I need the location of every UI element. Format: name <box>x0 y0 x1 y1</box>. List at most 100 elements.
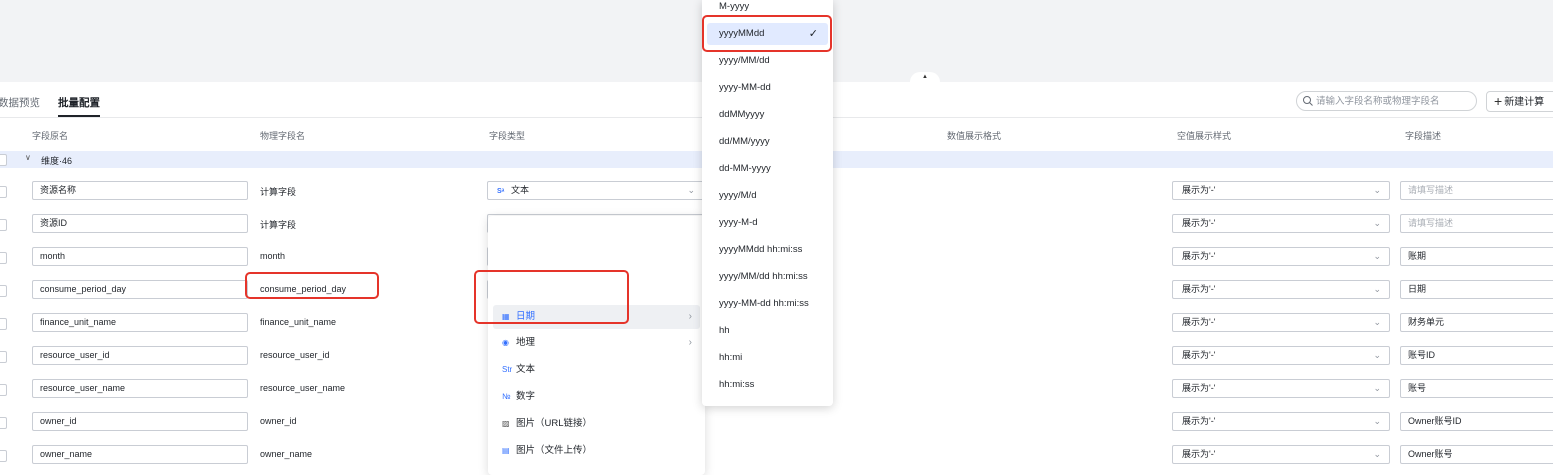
date-format-option[interactable]: yyyy/MM/dd <box>707 50 828 72</box>
physical-field-name: 计算字段 <box>260 220 297 230</box>
original-name-input[interactable]: resource_user_id <box>32 346 248 365</box>
description-input[interactable]: 账号ID <box>1400 346 1553 365</box>
description-input[interactable]: 日期 <box>1400 280 1553 299</box>
row-checkbox[interactable] <box>0 318 7 330</box>
type-option-geo[interactable]: ◉ 地理 › <box>493 331 700 355</box>
physical-field-name: month <box>260 251 286 261</box>
field-search-box[interactable] <box>1296 91 1477 111</box>
chevron-down-icon: ⌄ <box>1373 449 1381 459</box>
collapse-handle-icon[interactable]: ▲ <box>910 72 940 82</box>
date-format-label: M-yyyy <box>719 1 750 12</box>
original-name-input[interactable]: 资源ID <box>32 214 248 233</box>
chevron-down-icon: ⌄ <box>1373 185 1381 195</box>
date-format-option[interactable]: yyyy-M-d <box>707 212 828 234</box>
row-checkbox[interactable] <box>0 186 7 198</box>
tab-data-preview[interactable]: 数据预览 <box>0 95 40 110</box>
col-header-field-type: 字段类型 <box>489 131 526 141</box>
col-header-number-format: 数值展示格式 <box>947 131 1002 141</box>
new-calculated-field-button[interactable]: + 新建计算 <box>1486 91 1553 112</box>
date-format-option[interactable]: hh <box>707 320 828 342</box>
chevron-down-icon[interactable]: ∨ <box>25 153 31 162</box>
physical-field-name: finance_unit_name <box>260 317 337 327</box>
date-format-option[interactable]: yyyy/M/d <box>707 185 828 207</box>
type-option-number[interactable]: № 数字 <box>493 385 700 409</box>
date-format-label: hh:mi:ss <box>719 379 755 390</box>
chevron-down-icon: ⌄ <box>1373 251 1381 261</box>
original-name-input[interactable]: consume_period_day <box>32 280 248 299</box>
group-checkbox[interactable] <box>0 154 7 166</box>
description-input[interactable]: Owner账号ID <box>1400 412 1553 431</box>
search-input[interactable] <box>1316 94 1471 108</box>
null-display-select[interactable]: 展示为'-' ⌄ <box>1172 412 1390 431</box>
row-checkbox[interactable] <box>0 351 7 363</box>
null-display-select[interactable]: 展示为'-' ⌄ <box>1172 280 1390 299</box>
field-type-menu: ▦ 日期 › ◉ 地理 › Str 文本 № 数字 ▨ 图片（URL链接） ▤ 图片（文件上传） <box>488 216 705 475</box>
chevron-down-icon: ⌄ <box>1373 284 1381 294</box>
chevron-right-icon: › <box>688 311 692 322</box>
highlight-selected-format <box>702 15 832 52</box>
physical-field-name: resource_user_id <box>260 350 330 360</box>
group-label: 维度·46 <box>41 156 73 166</box>
row-checkbox[interactable] <box>0 384 7 396</box>
field-type-select[interactable]: Sᵃ 文本 ⌄ <box>487 181 704 200</box>
date-format-option[interactable]: hh:mi <box>707 347 828 369</box>
description-input[interactable]: Owner账号 <box>1400 445 1553 464</box>
null-display-select[interactable]: 展示为'-' ⌄ <box>1172 445 1390 464</box>
date-format-label: ddMMyyyy <box>719 109 765 120</box>
row-checkbox[interactable] <box>0 219 7 231</box>
date-format-option[interactable]: ddMMyyyy <box>707 104 828 126</box>
date-format-label: yyyy/M/d <box>719 190 757 201</box>
original-name-input[interactable]: 资源名称 <box>32 181 248 200</box>
null-display-select[interactable]: 展示为'-' ⌄ <box>1172 181 1390 200</box>
description-input[interactable]: 请填写描述 <box>1400 214 1553 233</box>
col-header-physical-name: 物理字段名 <box>260 131 306 141</box>
physical-field-name: owner_name <box>260 449 313 459</box>
highlight-field-type <box>474 270 629 324</box>
row-checkbox[interactable] <box>0 450 7 462</box>
date-format-option[interactable]: dd/MM/yyyy <box>707 131 828 153</box>
date-format-option[interactable]: yyyyMMdd hh:mi:ss <box>707 239 828 261</box>
original-name-input[interactable]: owner_name <box>32 445 248 464</box>
description-input[interactable]: 账期 <box>1400 247 1553 266</box>
date-format-option[interactable]: yyyy/MM/dd hh:mi:ss <box>707 266 828 288</box>
null-display-value: 展示为'-' <box>1182 350 1216 360</box>
type-option-image-upload[interactable]: ▤ 图片（文件上传） <box>493 439 700 463</box>
original-name-input[interactable]: month <box>32 247 248 266</box>
type-option-image-url[interactable]: ▨ 图片（URL链接） <box>493 412 700 436</box>
row-checkbox[interactable] <box>0 285 7 297</box>
chevron-right-icon: › <box>688 337 692 348</box>
type-option-label: 地理 <box>516 337 536 348</box>
null-display-select[interactable]: 展示为'-' ⌄ <box>1172 214 1390 233</box>
null-display-select[interactable]: 展示为'-' ⌄ <box>1172 247 1390 266</box>
description-input[interactable]: 财务单元 <box>1400 313 1553 332</box>
chevron-down-icon: ⌄ <box>687 185 695 195</box>
type-option-label: 数字 <box>516 391 536 402</box>
physical-field-name: owner_id <box>260 416 297 426</box>
plus-icon: + <box>1494 93 1503 109</box>
null-display-select[interactable]: 展示为'-' ⌄ <box>1172 346 1390 365</box>
description-input[interactable]: 请填写描述 <box>1400 181 1553 200</box>
row-checkbox[interactable] <box>0 252 7 264</box>
row-checkbox[interactable] <box>0 417 7 429</box>
null-display-value: 展示为'-' <box>1182 317 1216 327</box>
original-name-input[interactable]: owner_id <box>32 412 248 431</box>
new-calc-label: 新建计算 <box>1504 97 1545 108</box>
null-display-select[interactable]: 展示为'-' ⌄ <box>1172 379 1390 398</box>
original-name-input[interactable]: finance_unit_name <box>32 313 248 332</box>
date-format-option[interactable]: hh:mi:ss <box>707 374 828 396</box>
null-display-select[interactable]: 展示为'-' ⌄ <box>1172 313 1390 332</box>
null-display-value: 展示为'-' <box>1182 449 1216 459</box>
col-header-null-display: 空值展示样式 <box>1177 131 1232 141</box>
type-option-text[interactable]: Str 文本 <box>493 358 700 382</box>
date-format-label: yyyy-MM-dd hh:mi:ss <box>719 298 809 309</box>
date-format-option[interactable]: yyyy-MM-dd hh:mi:ss <box>707 293 828 315</box>
location-pin-icon: ◉ <box>502 338 509 347</box>
date-format-option[interactable]: yyyy-MM-dd <box>707 77 828 99</box>
tab-batch-config[interactable]: 批量配置 <box>58 95 100 110</box>
null-display-value: 展示为'-' <box>1182 416 1216 426</box>
original-name-input[interactable]: resource_user_name <box>32 379 248 398</box>
col-header-description: 字段描述 <box>1405 131 1442 141</box>
description-input[interactable]: 账号 <box>1400 379 1553 398</box>
date-format-option[interactable]: dd-MM-yyyy <box>707 158 828 180</box>
field-type-value: 文本 <box>511 185 530 195</box>
